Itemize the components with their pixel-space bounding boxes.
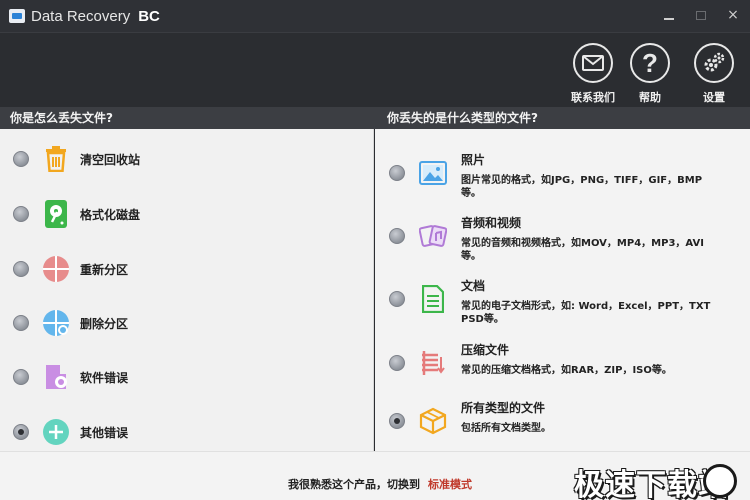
disk-icon [42,200,70,228]
option-label: 重新分区 [80,263,129,277]
footer: 我很熟悉这个产品，切换到 标准模式 极速下载站 [0,451,750,500]
radio-format-disk[interactable] [13,206,29,222]
option-label: 删除分区 [80,317,129,331]
option-description: 图片常见的格式，如JPG，PNG，TIFF，GIF，BMP等。 [461,175,703,199]
settings-label: 设置 [703,91,725,104]
radio-delete-partition[interactable] [13,315,29,331]
option-documents-text: 文档 常见的电子文档形式，如: Word，Excel，PPT，TXT PSD等。 [461,277,711,326]
header-toolbar: 联系我们 ? 帮助 设置 [0,32,750,107]
maximize-icon [696,10,706,20]
audio-video-icon [419,222,447,250]
option-archives[interactable]: 压缩文件 常见的压缩文档格式，如RAR，ZIP，ISO等。 [375,341,750,377]
option-documents[interactable]: 文档 常见的电子文档形式，如: Word，Excel，PPT，TXT PSD等。 [375,277,750,326]
option-software-error[interactable]: 软件错误 [0,363,373,391]
minimize-icon [664,18,674,20]
option-audio-video-text: 音频和视频 常见的音频和视频格式，如MOV，MP4，MP3，AVI等。 [461,214,711,263]
radio-other-error[interactable] [13,424,29,440]
app-title: Data Recovery [31,7,131,25]
radio-all-file-types[interactable] [389,413,405,429]
standard-mode-link[interactable]: 标准模式 [428,478,472,491]
option-description: 常见的音频和视频格式，如MOV，MP4，MP3，AVI等。 [461,238,704,262]
option-archives-text: 压缩文件 常见的压缩文档格式，如RAR，ZIP，ISO等。 [461,341,711,377]
option-label: 清空回收站 [80,153,141,167]
delete-partition-icon [42,309,70,337]
radio-photos[interactable] [389,165,405,181]
option-description: 包括所有文档类型。 [461,423,551,434]
app-logo-icon [9,9,25,23]
option-description: 常见的压缩文档格式，如RAR，ZIP，ISO等。 [461,365,672,376]
option-repartition[interactable]: 重新分区 [0,255,373,283]
recycle-bin-icon [42,145,70,173]
archive-icon [419,349,447,377]
minimize-button[interactable] [660,6,678,24]
option-title: 所有类型的文件 [461,401,546,415]
left-section-header: 你是怎么丢失文件? [0,107,375,129]
watermark-logo-icon [703,464,737,498]
close-button[interactable]: × [724,6,742,24]
option-audio-video[interactable]: 音频和视频 常见的音频和视频格式，如MOV，MP4，MP3，AVI等。 [375,214,750,263]
option-all-file-types-text: 所有类型的文件 包括所有文档类型。 [461,399,711,435]
help-label: 帮助 [639,91,661,104]
mode-switch-prompt: 我很熟悉这个产品，切换到 [288,478,420,491]
contact-us-button[interactable]: 联系我们 [563,43,623,105]
option-delete-partition[interactable]: 删除分区 [0,309,373,337]
radio-documents[interactable] [389,291,405,307]
box-icon [419,407,447,435]
option-label: 格式化磁盘 [80,208,141,222]
software-error-icon [42,363,70,391]
document-icon [419,285,447,313]
option-label: 其他错误 [80,426,129,440]
option-title: 文档 [461,279,486,293]
radio-software-error[interactable] [13,369,29,385]
contact-us-label: 联系我们 [571,91,615,104]
mode-switch-text: 我很熟悉这个产品，切换到 标准模式 [288,476,472,492]
maximize-button[interactable] [692,6,710,24]
photo-icon [419,159,447,187]
option-label: 软件错误 [80,371,129,385]
window-controls: × [660,6,742,24]
radio-archives[interactable] [389,355,405,371]
option-all-file-types[interactable]: 所有类型的文件 包括所有文档类型。 [375,399,750,435]
option-description: 常见的电子文档形式，如: Word，Excel，PPT，TXT PSD等。 [461,301,711,325]
question-icon: ? [630,43,670,83]
gear-icon [694,43,734,83]
loss-reason-panel: 清空回收站 格式化磁盘 重新分区 删除分区 软件错误 其他错误 [0,129,374,451]
option-title: 照片 [461,153,486,167]
envelope-icon [573,43,613,83]
radio-empty-recycle-bin[interactable] [13,151,29,167]
app-edition-badge: BC [138,7,160,25]
radio-audio-video[interactable] [389,228,405,244]
right-section-header: 你丢失的是什么类型的文件? [375,107,750,129]
option-empty-recycle-bin[interactable]: 清空回收站 [0,145,373,173]
other-error-icon [42,418,70,446]
option-title: 音频和视频 [461,216,522,230]
radio-repartition[interactable] [13,261,29,277]
option-photos[interactable]: 照片 图片常见的格式，如JPG，PNG，TIFF，GIF，BMP等。 [375,151,750,200]
partition-icon [42,255,70,283]
option-photos-text: 照片 图片常见的格式，如JPG，PNG，TIFF，GIF，BMP等。 [461,151,711,200]
file-type-panel: 照片 图片常见的格式，如JPG，PNG，TIFF，GIF，BMP等。 音频和视频… [375,129,750,451]
title-bar: Data Recovery BC × [0,0,750,32]
option-other-error[interactable]: 其他错误 [0,418,373,446]
settings-button[interactable]: 设置 [684,43,744,105]
help-button[interactable]: ? 帮助 [620,43,680,105]
option-format-disk[interactable]: 格式化磁盘 [0,200,373,228]
option-title: 压缩文件 [461,343,510,357]
